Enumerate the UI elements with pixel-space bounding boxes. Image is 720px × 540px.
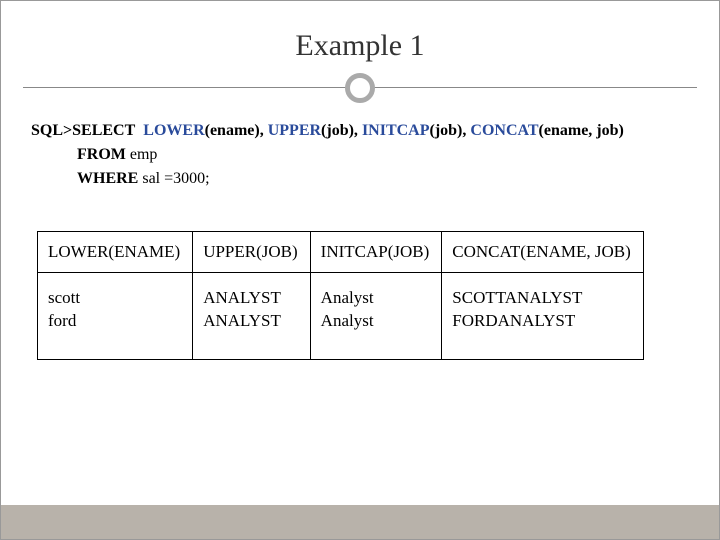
- sql-where-rest: sal =3000;: [138, 170, 209, 187]
- sql-arg-initcap: (job),: [430, 122, 471, 139]
- sql-from-rest: emp: [126, 146, 158, 163]
- sql-arg-lower: (ename),: [205, 122, 268, 139]
- cell-upper-v2: ANALYST: [203, 311, 281, 330]
- title-divider: [23, 69, 697, 109]
- cell-lower-v2: ford: [48, 311, 76, 330]
- cell-concat-v2: FORDANALYST: [452, 311, 575, 330]
- sql-line-2: FROM emp: [77, 143, 697, 167]
- cell-upper: ANALYST ANALYST: [193, 273, 310, 360]
- sql-arg-concat: (ename, job): [539, 122, 624, 139]
- divider-circle-icon: [345, 73, 375, 103]
- result-table: LOWER(ENAME) UPPER(JOB) INITCAP(JOB) CON…: [37, 231, 644, 360]
- sql-func-lower: LOWER: [143, 122, 204, 139]
- sql-from-keyword: FROM: [77, 146, 126, 163]
- table-data-row: scott ford ANALYST ANALYST Analyst Analy…: [38, 273, 644, 360]
- bottom-bar: [1, 505, 719, 539]
- cell-initcap: Analyst Analyst: [310, 273, 442, 360]
- sql-query-block: SQL>SELECT LOWER(ename), UPPER(job), INI…: [31, 119, 697, 191]
- sql-func-upper: UPPER: [268, 122, 321, 139]
- cell-upper-v1: ANALYST: [203, 288, 281, 307]
- slide-container: Example 1 SQL>SELECT LOWER(ename), UPPER…: [0, 0, 720, 540]
- sql-prompt: SQL>: [31, 122, 72, 139]
- sql-func-concat: CONCAT: [470, 122, 538, 139]
- col-header-concat: CONCAT(ENAME, JOB): [442, 232, 644, 273]
- cell-initcap-v2: Analyst: [321, 311, 374, 330]
- col-header-initcap: INITCAP(JOB): [310, 232, 442, 273]
- sql-line-3: WHERE sal =3000;: [77, 167, 697, 191]
- cell-concat-v1: SCOTTANALYST: [452, 288, 582, 307]
- cell-lower-v1: scott: [48, 288, 80, 307]
- col-header-upper: UPPER(JOB): [193, 232, 310, 273]
- cell-lower: scott ford: [38, 273, 193, 360]
- table-header-row: LOWER(ENAME) UPPER(JOB) INITCAP(JOB) CON…: [38, 232, 644, 273]
- sql-line-1: SQL>SELECT LOWER(ename), UPPER(job), INI…: [31, 119, 697, 143]
- cell-concat: SCOTTANALYST FORDANALYST: [442, 273, 644, 360]
- sql-where-keyword: WHERE: [77, 170, 138, 187]
- sql-arg-upper: (job),: [321, 122, 362, 139]
- sql-select-keyword: SELECT: [72, 122, 135, 139]
- slide-title: Example 1: [23, 29, 697, 63]
- col-header-lower: LOWER(ENAME): [38, 232, 193, 273]
- sql-func-initcap: INITCAP: [362, 122, 430, 139]
- cell-initcap-v1: Analyst: [321, 288, 374, 307]
